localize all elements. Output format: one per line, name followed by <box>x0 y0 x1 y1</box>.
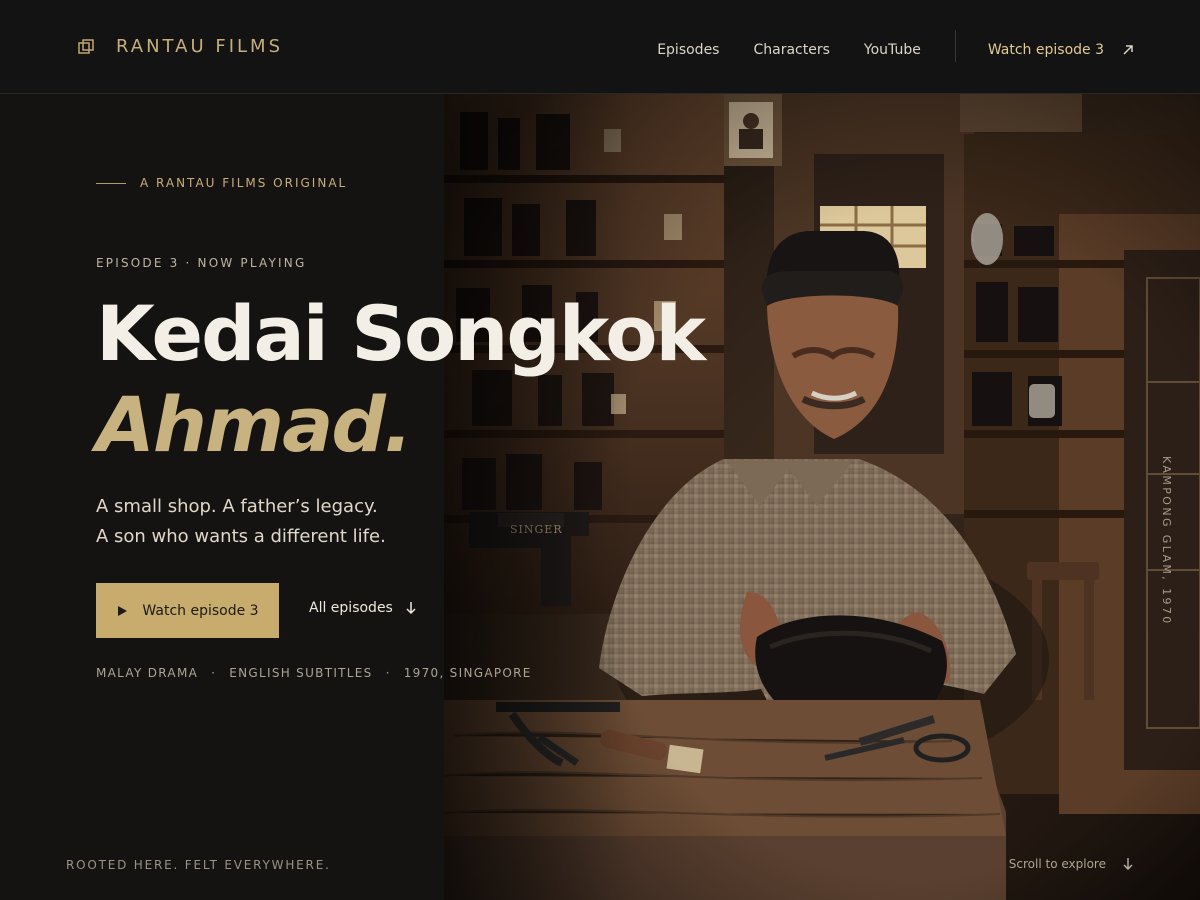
subtitles-label: ENGLISH SUBTITLES <box>229 666 373 680</box>
all-episodes-button[interactable]: All episodes <box>309 600 417 616</box>
arrow-down-icon <box>1123 858 1133 870</box>
episode-title: Kedai Songkok <box>96 289 706 378</box>
nav-episodes[interactable]: Episodes <box>657 42 719 58</box>
watch-episode-button[interactable]: Watch episode 3 <box>96 583 279 638</box>
original-label-text: A RANTAU FILMS ORIGINAL <box>140 176 348 190</box>
watch-episode-label: Watch episode 3 <box>142 602 259 619</box>
scroll-label: Scroll to explore <box>1008 857 1106 871</box>
arrow-down-icon <box>406 602 416 615</box>
episode-metadata: MALAY DRAMA · ENGLISH SUBTITLES · 1970, … <box>96 666 532 680</box>
synopsis-line-2: A son who wants a different life. <box>96 526 386 547</box>
stacked-frames-icon <box>78 38 94 55</box>
metadata-separator: · <box>385 666 391 680</box>
original-label: A RANTAU FILMS ORIGINAL <box>96 176 347 190</box>
episode-synopsis: A small shop. A father’s legacy. A son w… <box>96 492 386 552</box>
synopsis-line-1: A small shop. A father’s legacy. <box>96 496 378 517</box>
brand[interactable]: RANTAU FILMS <box>78 36 283 57</box>
all-episodes-label: All episodes <box>309 600 393 616</box>
episode-title-accent: Ahmad. <box>96 380 413 469</box>
decorative-rule <box>96 182 126 184</box>
brand-name: RANTAU FILMS <box>116 36 284 57</box>
metadata-separator: · <box>211 666 217 680</box>
setting-label: 1970, SINGAPORE <box>403 666 532 680</box>
nav-youtube[interactable]: YouTube <box>864 42 921 58</box>
arrow-up-right-icon <box>1123 45 1133 55</box>
nav-divider <box>954 30 956 62</box>
genre-label: MALAY DRAMA <box>96 666 199 680</box>
scroll-to-explore-link[interactable]: Scroll to explore <box>1009 857 1134 871</box>
footer-tagline: ROOTED HERE. FELT EVERYWHERE. <box>66 858 331 872</box>
hero-image: SINGER <box>444 94 1200 900</box>
nav-characters[interactable]: Characters <box>753 42 829 58</box>
main-navigation: Episodes Characters YouTube Watch episod… <box>657 30 1134 62</box>
site-header: RANTAU FILMS Episodes Characters YouTube… <box>0 0 1200 94</box>
location-caption: KAMPONG GLAM, 1970 <box>1160 456 1173 626</box>
nav-watch-label: Watch episode 3 <box>987 42 1104 58</box>
episode-kicker: EPISODE 3 · NOW PLAYING <box>96 256 307 270</box>
play-icon <box>118 605 128 616</box>
nav-watch-episode[interactable]: Watch episode 3 <box>988 42 1134 58</box>
